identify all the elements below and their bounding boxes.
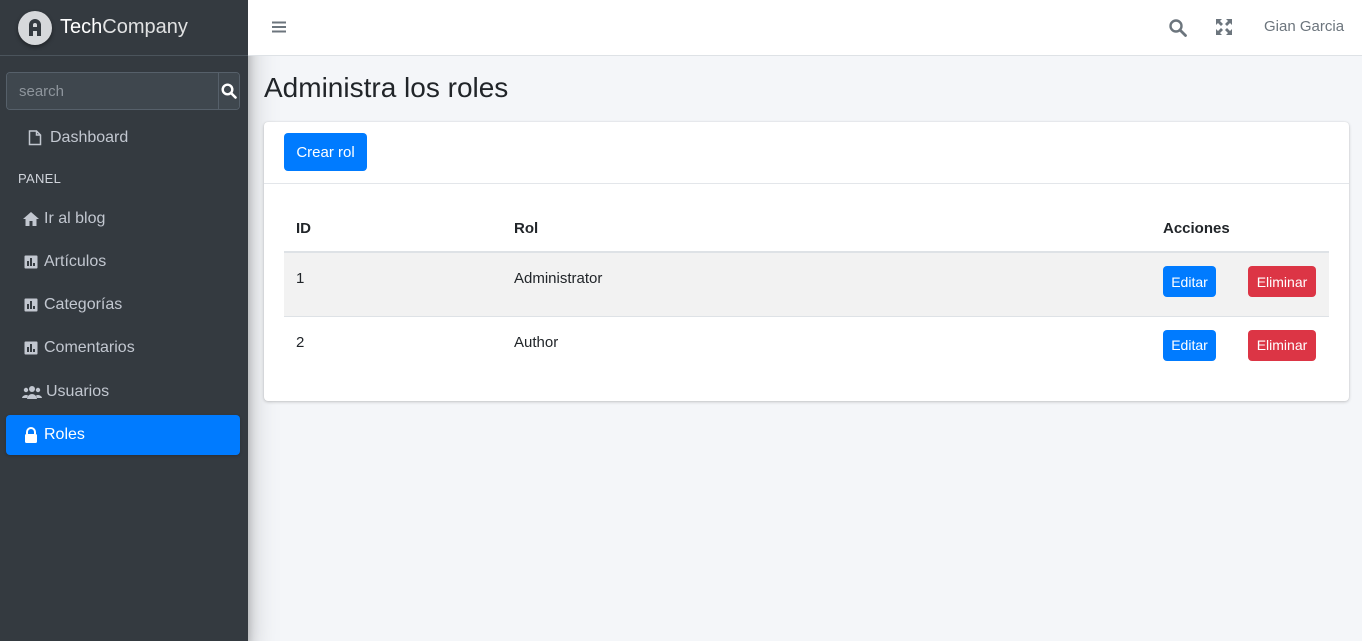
search-icon[interactable] — [1168, 18, 1188, 38]
page-title: Administra los roles — [264, 72, 509, 103]
sidebar-search-input[interactable] — [7, 73, 218, 109]
chart-icon — [22, 339, 40, 357]
fullscreen-icon[interactable] — [1215, 18, 1233, 36]
sidebar-search-button[interactable] — [218, 73, 239, 109]
edit-button[interactable]: Editar — [1163, 266, 1216, 297]
user-menu[interactable]: Gian Garcia — [1264, 18, 1344, 35]
sidebar-item-label: Categorías — [44, 296, 123, 313]
lock-icon — [22, 426, 40, 444]
column-header-role: Rol — [502, 206, 1151, 253]
sidebar-item-label: Ir al blog — [44, 210, 106, 227]
sidebar-item-usuarios[interactable]: Usuarios — [6, 372, 240, 412]
edit-button[interactable]: Editar — [1163, 329, 1216, 361]
chart-icon — [22, 253, 40, 271]
create-role-button[interactable]: Crear rol — [284, 133, 367, 171]
sidebar-item-label: Artículos — [44, 253, 107, 270]
cell-edit: Editar — [1151, 251, 1236, 316]
sidebar-search — [6, 72, 240, 110]
roles-card: Crear rol ID Rol Acciones 1 Administrato… — [264, 122, 1349, 401]
chart-icon — [22, 296, 40, 314]
sidebar-section-header: PANEL — [18, 171, 62, 186]
sidebar-item-categorias[interactable]: Categorías — [6, 285, 240, 325]
cell-delete: Eliminar — [1236, 315, 1329, 380]
roles-table: ID Rol Acciones 1 Administrator Editar E… — [284, 206, 1329, 380]
file-icon — [26, 129, 44, 147]
top-navbar: Gian Garcia — [248, 0, 1362, 56]
cell-delete: Eliminar — [1236, 251, 1329, 316]
sidebar-item-blog[interactable]: Ir al blog — [6, 199, 240, 239]
table-row: 1 Administrator Editar Eliminar — [284, 251, 1329, 316]
table-header-row: ID Rol Acciones — [284, 206, 1329, 253]
sidebar-item-roles[interactable]: Roles — [6, 415, 240, 455]
cell-role: Administrator — [502, 251, 1151, 316]
cell-id: 1 — [284, 251, 502, 316]
sidebar-item-label: Roles — [44, 426, 85, 443]
search-icon — [221, 83, 237, 99]
cell-edit: Editar — [1151, 315, 1236, 380]
brand-name: TechCompany — [60, 16, 188, 38]
card-header: Crear rol — [264, 122, 1349, 184]
column-header-actions: Acciones — [1151, 206, 1329, 253]
menu-toggle-icon[interactable] — [270, 18, 288, 36]
sidebar-item-articulos[interactable]: Artículos — [6, 242, 240, 282]
sidebar: TechCompany Dashboard PANEL Ir al blog A… — [0, 0, 248, 641]
column-header-id: ID — [284, 206, 502, 253]
brand-logo-icon — [18, 10, 52, 45]
users-icon — [22, 383, 42, 401]
sidebar-item-dashboard[interactable]: Dashboard — [6, 118, 240, 158]
sidebar-item-comentarios[interactable]: Comentarios — [6, 328, 240, 368]
cell-role: Author — [502, 315, 1151, 380]
sidebar-item-label: Usuarios — [46, 383, 110, 400]
cell-id: 2 — [284, 315, 502, 380]
home-icon — [22, 210, 40, 228]
table-row: 2 Author Editar Eliminar — [284, 315, 1329, 380]
sidebar-item-label: Dashboard — [50, 129, 129, 146]
delete-button[interactable]: Eliminar — [1248, 329, 1316, 361]
sidebar-item-label: Comentarios — [44, 339, 135, 356]
delete-button[interactable]: Eliminar — [1248, 266, 1316, 297]
brand-link[interactable]: TechCompany — [0, 0, 248, 56]
